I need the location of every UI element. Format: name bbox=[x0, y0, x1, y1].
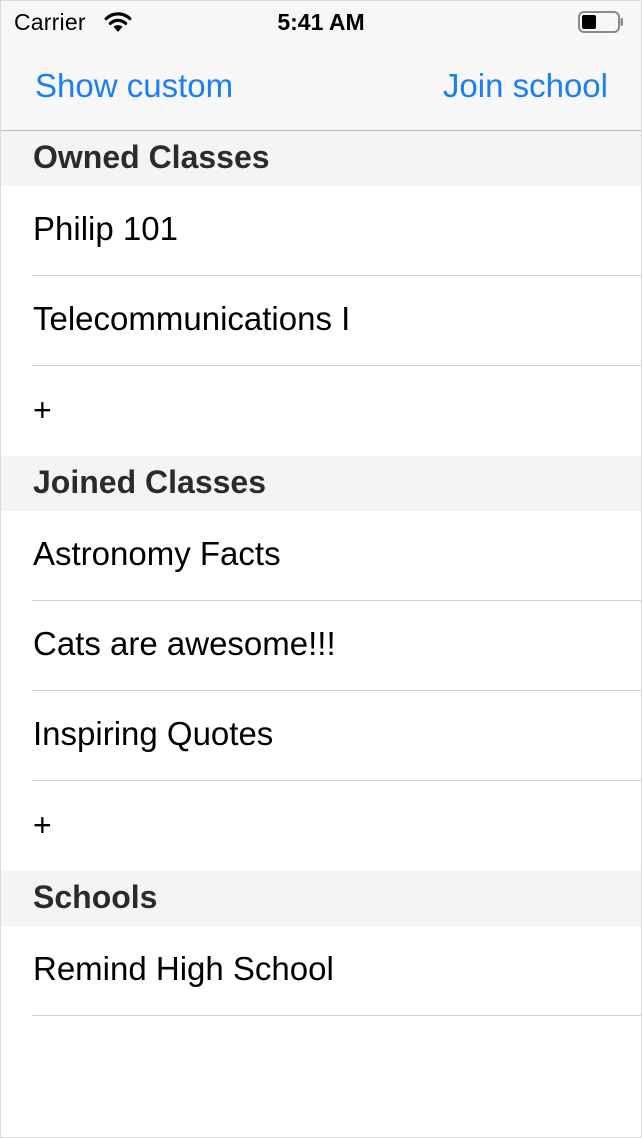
section-title: Joined Classes bbox=[33, 464, 266, 500]
list-item-school[interactable]: Remind High School bbox=[1, 926, 641, 1016]
section-header-joined-classes: Joined Classes bbox=[1, 456, 641, 511]
classes-list: Owned Classes Philip 101 Telecommunicati… bbox=[1, 131, 641, 1016]
clock: 5:41 AM bbox=[277, 9, 365, 35]
join-school-button[interactable]: Join school bbox=[443, 67, 608, 105]
add-label: + bbox=[33, 807, 52, 843]
section-title: Owned Classes bbox=[33, 139, 270, 175]
app-screen: Carrier 5:41 AM Show custom Join school … bbox=[0, 0, 642, 1138]
school-name: Remind High School bbox=[33, 950, 334, 987]
section-header-owned-classes: Owned Classes bbox=[1, 131, 641, 186]
class-name: Inspiring Quotes bbox=[33, 715, 274, 752]
list-item-class[interactable]: Telecommunications I bbox=[1, 276, 641, 366]
add-joined-class-button[interactable]: + bbox=[1, 781, 641, 871]
status-bar: Carrier 5:41 AM bbox=[1, 1, 641, 43]
section-title: Schools bbox=[33, 879, 158, 915]
add-owned-class-button[interactable]: + bbox=[1, 366, 641, 456]
battery-icon bbox=[578, 11, 623, 33]
class-name: Astronomy Facts bbox=[33, 535, 281, 572]
add-label: + bbox=[33, 392, 52, 428]
show-custom-button[interactable]: Show custom bbox=[35, 67, 233, 105]
list-item-class[interactable]: Cats are awesome!!! bbox=[1, 601, 641, 691]
list-item-class[interactable]: Astronomy Facts bbox=[1, 511, 641, 601]
list-item-class[interactable]: Philip 101 bbox=[1, 186, 641, 276]
list-item-class[interactable]: Inspiring Quotes bbox=[1, 691, 641, 781]
class-name: Telecommunications I bbox=[33, 300, 351, 337]
class-name: Philip 101 bbox=[33, 210, 178, 247]
section-header-schools: Schools bbox=[1, 871, 641, 926]
navigation-bar: Show custom Join school bbox=[1, 43, 641, 131]
class-name: Cats are awesome!!! bbox=[33, 625, 336, 662]
